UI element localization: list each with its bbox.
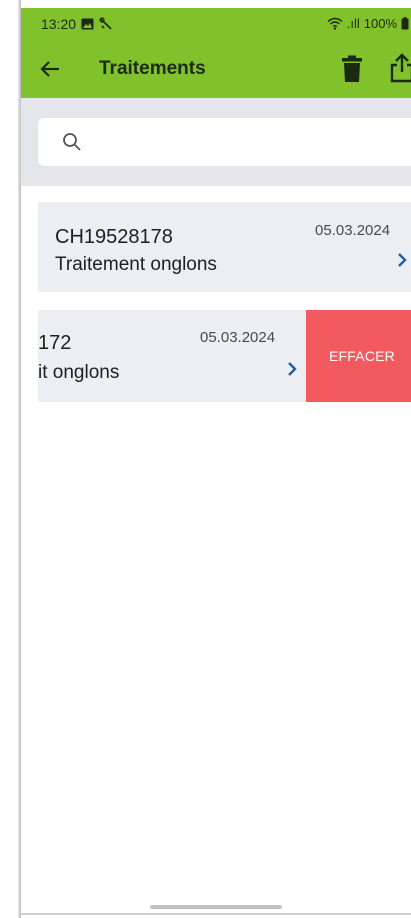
delete-all-button[interactable] bbox=[341, 55, 363, 83]
share-button[interactable] bbox=[389, 53, 411, 83]
list-item[interactable]: CH19528178 Traitement onglons 05.03.2024 bbox=[38, 202, 411, 292]
status-top-strip bbox=[21, 0, 411, 8]
item-description: it onglons bbox=[38, 362, 120, 383]
delete-button[interactable]: EFFACER bbox=[306, 310, 411, 402]
gesture-nav-handle[interactable] bbox=[150, 905, 282, 909]
bottom-divider bbox=[21, 913, 411, 915]
status-time: 13:20 bbox=[41, 16, 77, 32]
device-edge bbox=[0, 0, 21, 918]
wifi-icon bbox=[327, 17, 343, 30]
search-icon bbox=[63, 133, 81, 151]
search-box[interactable] bbox=[38, 118, 411, 166]
status-right: .ıll 100% bbox=[327, 16, 409, 31]
search-input[interactable] bbox=[98, 126, 402, 160]
trash-icon bbox=[342, 55, 362, 82]
gallery-notification-icon bbox=[81, 18, 94, 30]
back-button[interactable] bbox=[37, 56, 63, 82]
status-left: 13:20 bbox=[41, 16, 113, 32]
item-code: 172 bbox=[38, 332, 72, 354]
status-bar: 13:20 .ıll 100% bbox=[21, 8, 411, 40]
list-item-swiped[interactable]: 172 it onglons 05.03.2024 bbox=[38, 310, 308, 402]
app-bar: Traitements bbox=[21, 40, 411, 98]
item-date: 05.03.2024 bbox=[200, 329, 276, 346]
battery-percent: 100% bbox=[363, 16, 397, 31]
search-bar-container bbox=[21, 98, 411, 186]
app-screen: 13:20 .ıll 100% Traitements CH19528178 T… bbox=[21, 0, 411, 918]
arrow-left-icon bbox=[40, 61, 59, 77]
item-code: CH19528178 bbox=[55, 226, 173, 248]
page-title: Traitements bbox=[99, 58, 206, 79]
item-description: Traitement onglons bbox=[55, 254, 217, 275]
chevron-right-icon bbox=[288, 362, 297, 376]
tools-notification-icon bbox=[99, 17, 112, 30]
item-date: 05.03.2024 bbox=[315, 222, 391, 239]
delete-label: EFFACER bbox=[329, 348, 395, 364]
battery-icon bbox=[401, 17, 409, 30]
share-icon bbox=[390, 53, 411, 83]
signal-indicator: .ıll bbox=[346, 16, 360, 31]
chevron-right-icon bbox=[398, 253, 407, 267]
